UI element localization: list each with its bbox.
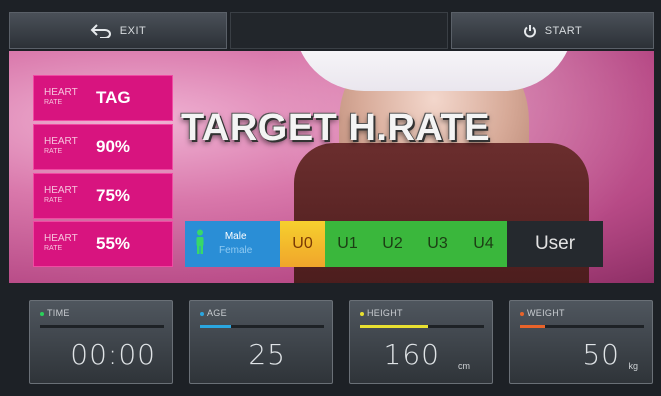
height-unit: cm (458, 361, 470, 371)
heart-rate-value: TAG (96, 88, 131, 107)
heart-rate-button-tag[interactable]: HEART RATE TAG (33, 75, 173, 121)
person-icon (195, 229, 205, 260)
height-dot (360, 311, 364, 316)
time-value: 00:00 (70, 338, 156, 371)
user-u0-button[interactable]: U0 (280, 221, 325, 267)
user-button[interactable]: User (507, 221, 603, 267)
exit-button[interactable]: EXIT (9, 12, 227, 49)
start-button[interactable]: START (451, 12, 654, 49)
heart-rate-label: HEART RATE (44, 233, 78, 253)
age-panel[interactable]: AGE 25 (189, 300, 333, 384)
user-u3-button[interactable]: U3 (415, 221, 460, 267)
heart-rate-button-75[interactable]: HEART RATE 75% (33, 173, 173, 219)
age-dot (200, 311, 204, 316)
heart-rate-label: HEART RATE (44, 136, 78, 156)
weight-panel[interactable]: WEIGHT 50 kg (509, 300, 653, 384)
heart-rate-button-55[interactable]: HEART RATE 55% (33, 221, 173, 267)
user-u1-button[interactable]: U1 (325, 221, 370, 267)
heart-rate-value: 75% (96, 186, 131, 205)
start-label: START (544, 24, 583, 37)
weight-bar-fill (520, 325, 545, 328)
height-value: 160 (383, 338, 440, 371)
weight-label: WEIGHT (520, 308, 565, 318)
time-dot (40, 311, 44, 316)
top-bar-center (230, 12, 448, 49)
height-bar-fill (360, 325, 429, 328)
exit-label: EXIT (119, 24, 147, 37)
age-value: 25 (248, 338, 286, 371)
gender-labels: Male Female (219, 230, 252, 258)
heart-rate-button-90[interactable]: HEART RATE 90% (33, 124, 173, 170)
user-u2-button[interactable]: U2 (370, 221, 415, 267)
hero-image-shirt (294, 51, 574, 91)
power-icon (523, 24, 537, 38)
time-label: TIME (40, 308, 70, 318)
hero-panel: TARGET H.RATE HEART RATE TAG HEART RATE … (9, 51, 654, 283)
age-bar-fill (200, 325, 231, 328)
heart-rate-label: HEART RATE (44, 87, 78, 107)
heart-rate-value: 55% (96, 234, 131, 253)
gender-toggle[interactable]: Male Female (185, 221, 280, 267)
weight-bar (520, 325, 644, 328)
heart-rate-value: 90% (96, 137, 131, 156)
height-bar (360, 325, 484, 328)
height-label: HEIGHT (360, 308, 403, 318)
male-option[interactable]: Male (219, 230, 252, 244)
height-panel[interactable]: HEIGHT 160 cm (349, 300, 493, 384)
heart-rate-label: HEART RATE (44, 185, 78, 205)
back-arrow-icon (90, 23, 112, 38)
time-bar (40, 325, 164, 328)
female-option[interactable]: Female (219, 244, 252, 258)
weight-dot (520, 311, 524, 316)
weight-unit: kg (628, 361, 638, 371)
weight-value: 50 (582, 338, 620, 371)
top-bar: EXIT START (9, 12, 654, 49)
time-panel[interactable]: TIME 00:00 (29, 300, 173, 384)
page-title: TARGET H.RATE (181, 107, 491, 149)
age-bar (200, 325, 324, 328)
age-label: AGE (200, 308, 227, 318)
user-u4-button[interactable]: U4 (460, 221, 507, 267)
